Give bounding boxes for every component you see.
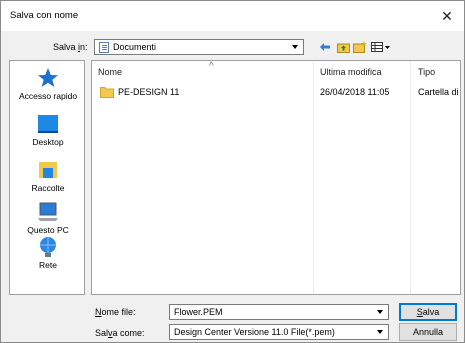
column-modified[interactable]: Ultima modifica [320, 67, 382, 77]
save-in-label: Salva in: [53, 42, 88, 52]
file-type: Cartella di [418, 87, 459, 97]
chevron-down-icon[interactable] [288, 41, 302, 53]
computer-icon [36, 201, 60, 223]
place-label: Questo PC [27, 225, 69, 235]
view-menu-icon[interactable] [370, 40, 392, 54]
title-bar: Salva con nome ✕ [1, 1, 464, 31]
column-name[interactable]: Nome [98, 67, 122, 77]
filetype-label: Salva come: [95, 328, 145, 338]
cancel-button[interactable]: Annulla [399, 323, 457, 341]
file-modified: 26/04/2018 11:05 [320, 87, 390, 97]
up-folder-icon[interactable] [335, 40, 351, 54]
documents-icon [99, 42, 109, 53]
back-arrow-icon[interactable] [317, 40, 333, 54]
place-label: Desktop [32, 137, 64, 147]
save-in-value: Documenti [113, 42, 157, 52]
quick-access-icon [36, 67, 60, 89]
libraries-icon [36, 159, 60, 181]
save-as-dialog: Salva con nome ✕ Salva in: Documenti Acc… [0, 0, 465, 343]
sort-indicator-icon: ^ [209, 61, 214, 72]
places-sidebar: Accesso rapido Desktop Raccolte Questo P… [9, 60, 85, 295]
chevron-down-icon[interactable] [373, 326, 387, 338]
place-label: Accesso rapido [18, 91, 78, 101]
network-icon [36, 236, 60, 258]
file-row[interactable]: PE-DESIGN 11 26/04/2018 11:05 Cartella d… [98, 85, 459, 101]
folder-icon [100, 86, 114, 98]
place-libraries[interactable]: Raccolte [10, 159, 86, 193]
new-folder-icon[interactable] [352, 40, 368, 54]
filetype-select[interactable]: Design Center Versione 11.0 File(*.pem) [169, 324, 389, 340]
desktop-icon [36, 113, 60, 135]
place-this-pc[interactable]: Questo PC [10, 201, 86, 235]
filename-label: Nome file: [95, 307, 136, 317]
dialog-title: Salva con nome [10, 10, 79, 21]
place-desktop[interactable]: Desktop [10, 113, 86, 147]
close-icon[interactable]: ✕ [430, 1, 464, 31]
file-name: PE-DESIGN 11 [118, 87, 180, 97]
column-type[interactable]: Tipo [418, 67, 435, 77]
place-network[interactable]: Rete [10, 236, 86, 270]
place-label: Rete [39, 260, 57, 270]
save-in-combo[interactable]: Documenti [94, 39, 304, 55]
place-label: Raccolte [31, 183, 65, 193]
place-quick-access[interactable]: Accesso rapido [10, 67, 86, 101]
filename-input[interactable]: Flower.PEM [169, 304, 389, 320]
filename-value[interactable]: Flower.PEM [174, 307, 223, 317]
file-list[interactable]: Nome ^ Ultima modifica Tipo PE-DESIGN 11… [91, 60, 461, 295]
chevron-down-icon[interactable] [373, 306, 387, 318]
filetype-value: Design Center Versione 11.0 File(*.pem) [174, 327, 335, 337]
save-button[interactable]: Salva [399, 303, 457, 321]
